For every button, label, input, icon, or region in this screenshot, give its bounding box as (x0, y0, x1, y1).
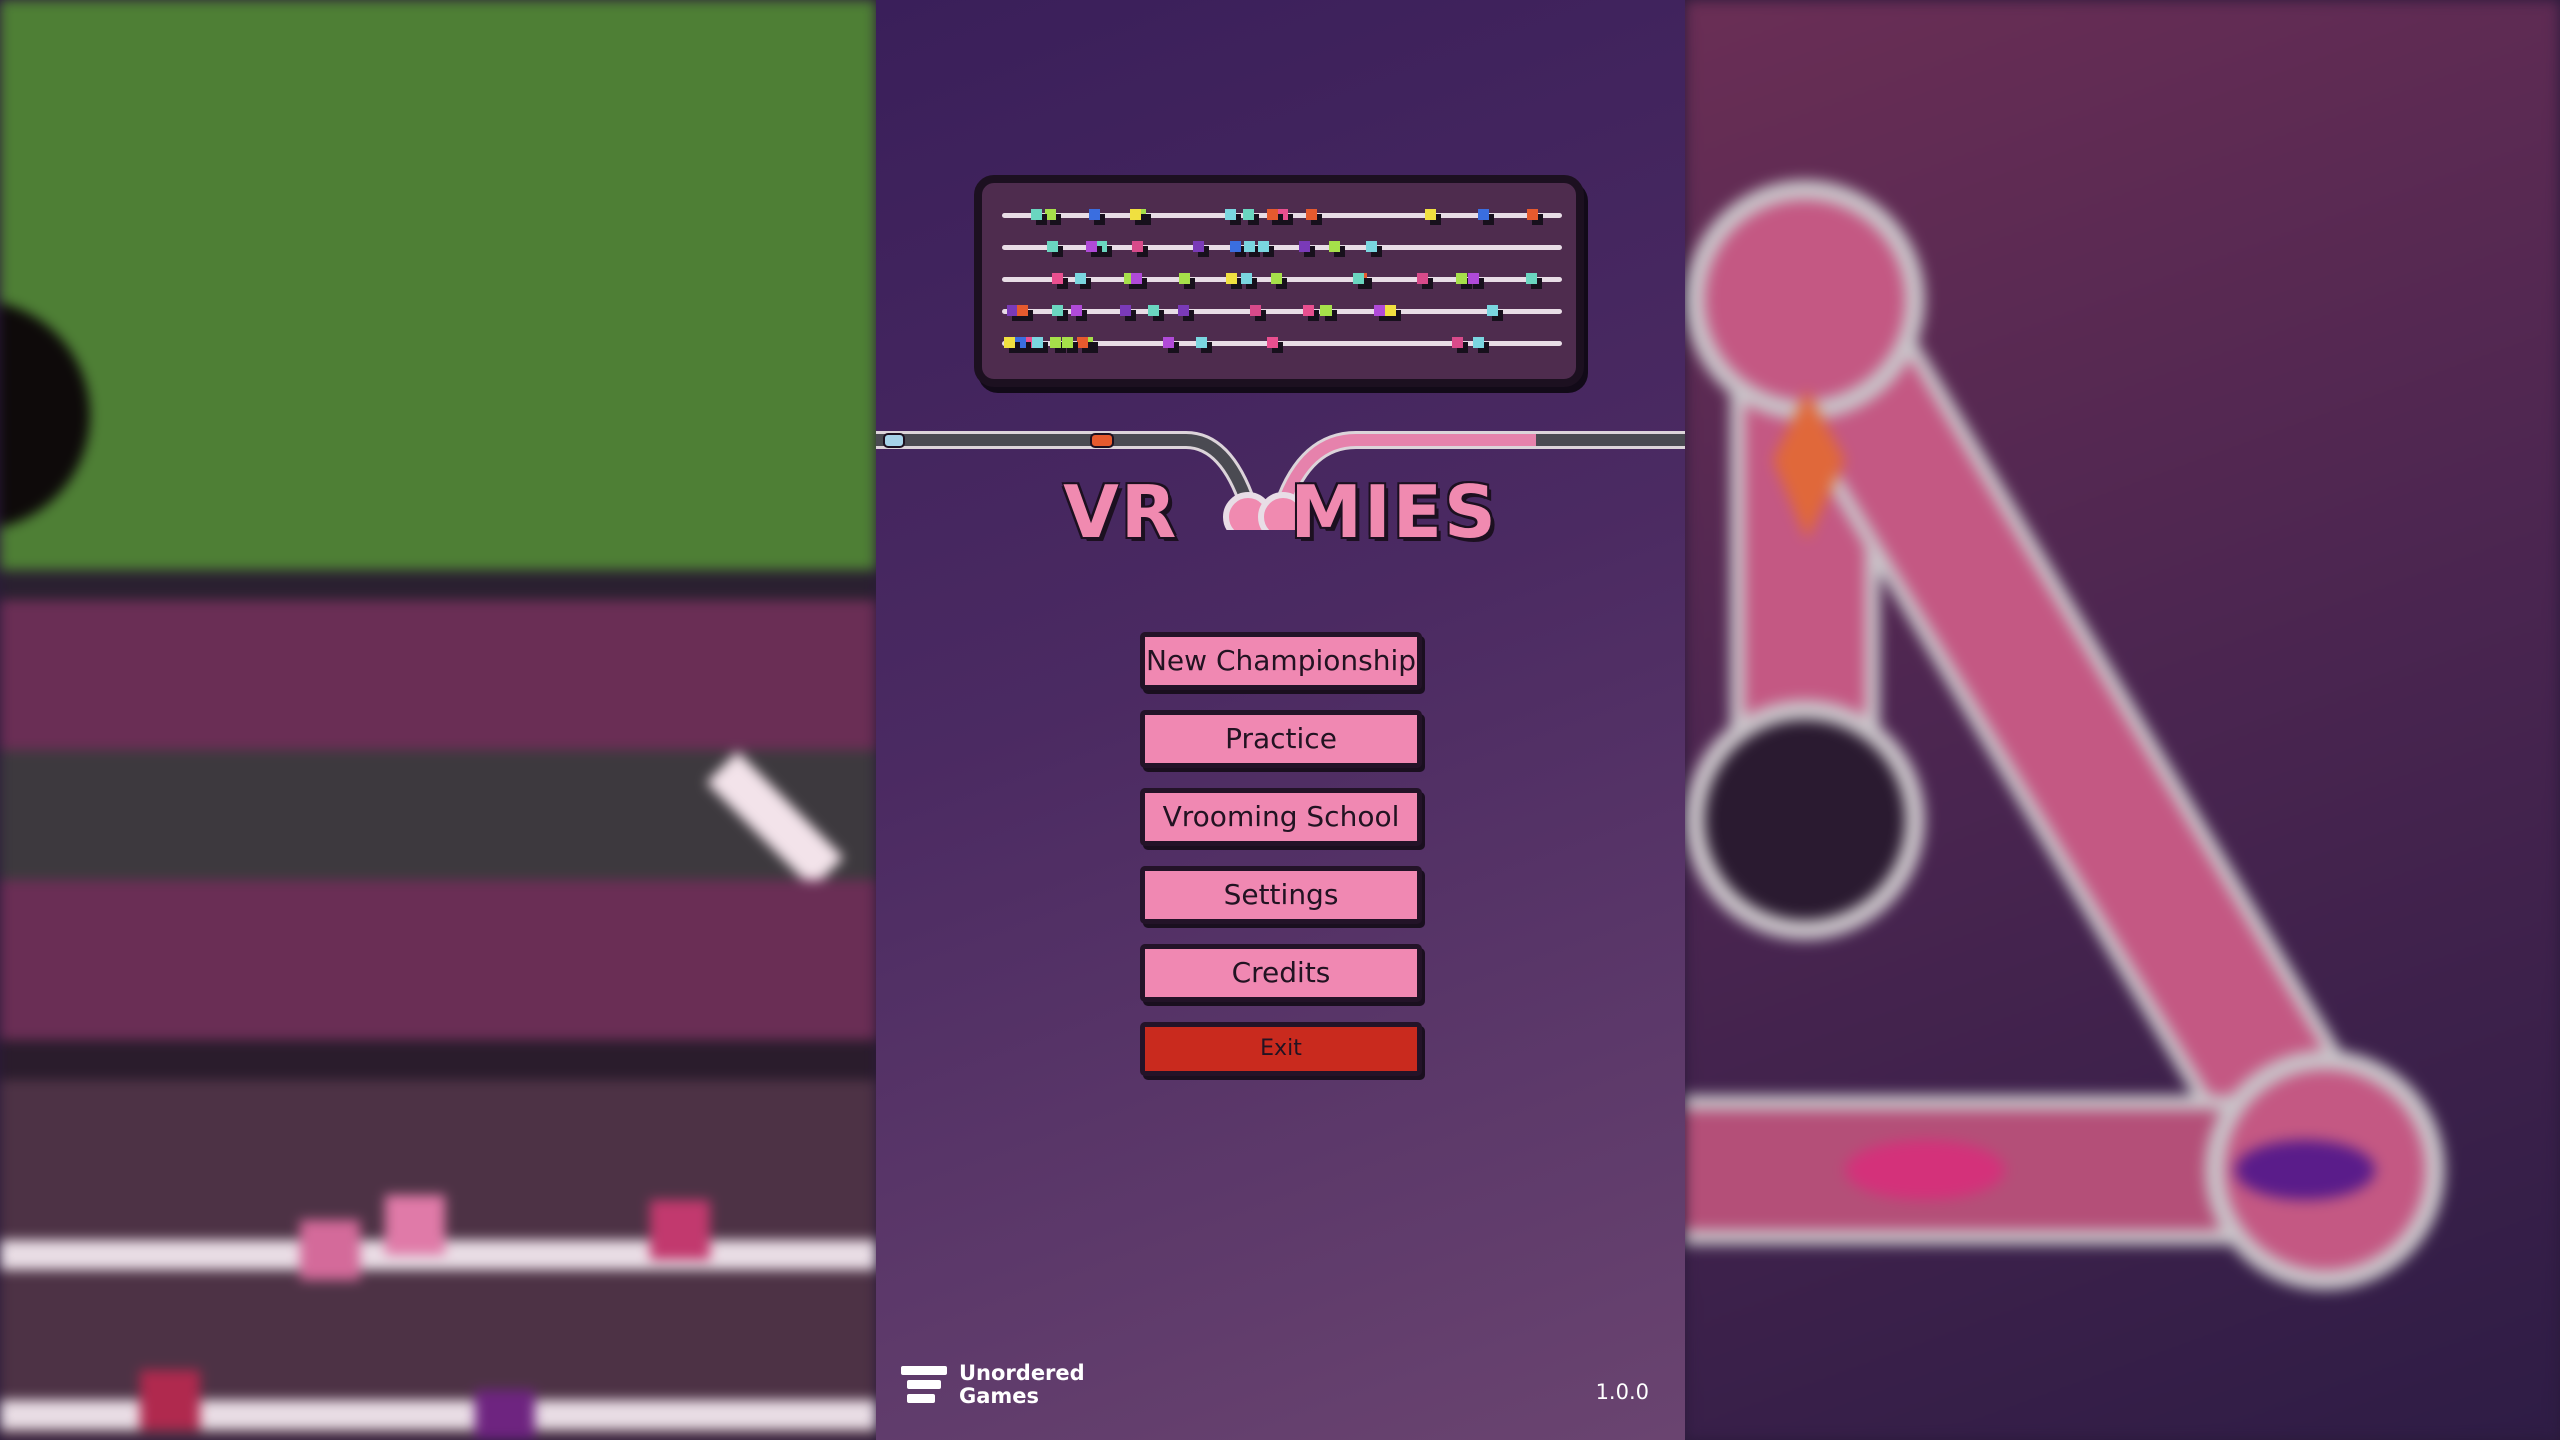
race-car-icon (1526, 273, 1537, 284)
unordered-games-logo-icon (901, 1366, 947, 1403)
race-car-icon (1045, 209, 1056, 220)
race-car-icon (1032, 337, 1043, 348)
race-car-icon (1132, 241, 1143, 252)
race-car-icon (1468, 273, 1479, 284)
race-car-icon (1075, 273, 1086, 284)
race-car-icon (1163, 337, 1174, 348)
race-car-icon (1050, 337, 1061, 348)
new-championship-button[interactable]: New Championship (1140, 632, 1422, 690)
game-logo: VR MIES (876, 470, 1685, 554)
race-car-icon (1077, 337, 1088, 348)
race-car-icon (1456, 273, 1467, 284)
race-car-icon (1385, 305, 1396, 316)
race-car-icon (1225, 209, 1236, 220)
logo-text-left: VR (1063, 470, 1179, 554)
settings-button[interactable]: Settings (1140, 866, 1422, 924)
main-menu: New Championship Practice Vrooming Schoo… (1140, 632, 1422, 1096)
race-car-icon (1425, 209, 1436, 220)
race-car-icon (1148, 305, 1159, 316)
race-car-icon (1329, 241, 1340, 252)
race-car-icon (1196, 337, 1207, 348)
vrooming-school-button[interactable]: Vrooming School (1140, 788, 1422, 846)
background-left-scene (0, 0, 876, 1440)
race-car-icon (1052, 305, 1063, 316)
brand-name-line1: Unordered (959, 1361, 1085, 1385)
version-label: 1.0.0 (1595, 1380, 1649, 1404)
race-car-icon (1306, 209, 1317, 220)
race-car-icon (1366, 241, 1377, 252)
race-car-icon (1250, 305, 1261, 316)
race-car-icon (1353, 273, 1364, 284)
race-car-icon (1226, 273, 1237, 284)
race-car-icon (1193, 241, 1204, 252)
race-car-icon (1052, 273, 1063, 284)
race-car-icon (1089, 209, 1100, 220)
logo-text-right: MIES (1290, 470, 1498, 554)
race-car-icon (1473, 337, 1484, 348)
race-car-icon (1071, 305, 1082, 316)
race-car-icon (1374, 305, 1385, 316)
race-car-icon (1527, 209, 1538, 220)
race-car-icon (1303, 305, 1314, 316)
orange-car-icon (1090, 433, 1114, 448)
race-car-icon (1062, 337, 1073, 348)
race-car-icon (1244, 241, 1255, 252)
race-car-icon (1277, 209, 1288, 220)
race-car-icon (1487, 305, 1498, 316)
race-car-icon (1243, 209, 1254, 220)
blue-car-icon (883, 433, 905, 448)
race-car-icon (1120, 305, 1131, 316)
race-car-icon (1004, 337, 1015, 348)
race-car-icon (1452, 337, 1463, 348)
exit-button[interactable]: Exit (1140, 1022, 1422, 1076)
race-car-icon (1096, 241, 1107, 252)
race-car-icon (1086, 241, 1097, 252)
brand-name-line2: Games (959, 1384, 1040, 1408)
race-car-icon (1179, 273, 1190, 284)
race-car-icon (1131, 273, 1142, 284)
race-car-icon (1130, 209, 1141, 220)
race-car-icon (1417, 273, 1428, 284)
credits-button[interactable]: Credits (1140, 944, 1422, 1002)
race-car-icon (1230, 241, 1241, 252)
race-car-icon (1015, 337, 1026, 348)
race-car-icon (1047, 241, 1058, 252)
race-preview-box (974, 175, 1584, 387)
race-car-icon (1478, 209, 1489, 220)
race-car-icon (1017, 305, 1028, 316)
race-lane (1002, 309, 1562, 314)
race-car-icon (1258, 241, 1269, 252)
publisher-brand: Unordered Games (901, 1362, 1085, 1408)
race-car-icon (1321, 305, 1332, 316)
race-car-icon (1241, 273, 1252, 284)
race-car-icon (1267, 209, 1278, 220)
background-right-scene (1685, 0, 2560, 1440)
race-car-icon (1299, 241, 1310, 252)
main-menu-panel: VR MIES New Championship Practice Vroomin… (876, 0, 1685, 1440)
race-car-icon (1178, 305, 1189, 316)
practice-button[interactable]: Practice (1140, 710, 1422, 768)
race-car-icon (1267, 337, 1278, 348)
race-car-icon (1031, 209, 1042, 220)
race-car-icon (1271, 273, 1282, 284)
